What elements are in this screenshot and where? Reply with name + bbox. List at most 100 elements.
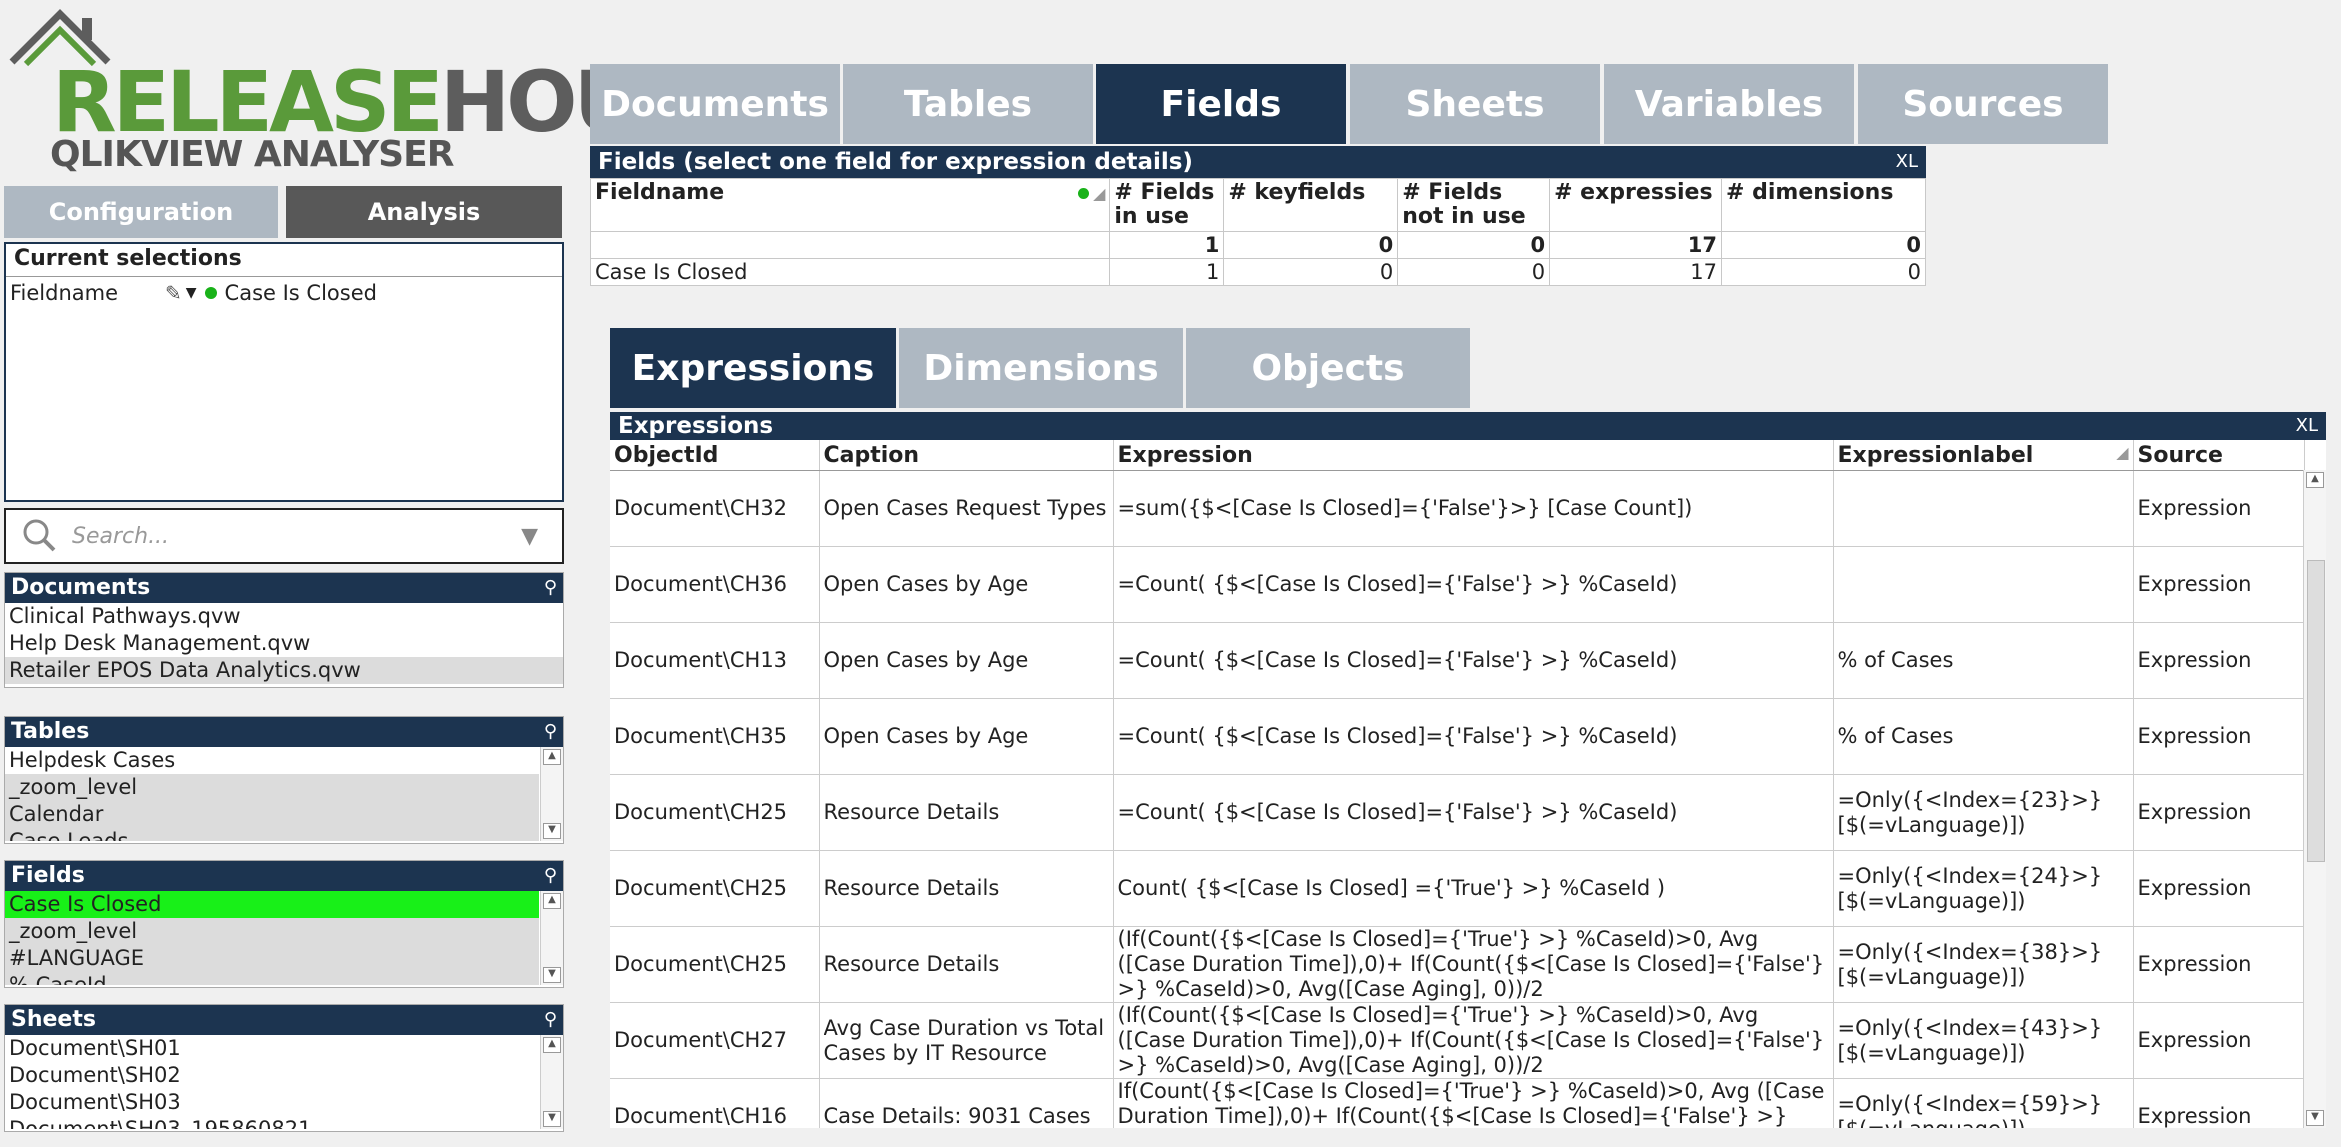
list-item[interactable]: Document\SH02 [5, 1062, 539, 1089]
list-item[interactable]: Calendar [5, 801, 539, 828]
search-icon [23, 519, 56, 552]
expressions-caption: Expressions [618, 413, 774, 439]
column-header[interactable]: # Fields not in use [1397, 178, 1551, 232]
scroll-down-icon[interactable]: ▼ [543, 1111, 561, 1127]
sheets-scrollbar[interactable]: ▲ ▼ [540, 1035, 563, 1129]
list-item[interactable]: #LANGUAGE [5, 945, 539, 972]
tables-title: Tables [11, 719, 90, 744]
column-header[interactable]: # expressies [1549, 178, 1723, 232]
tab-fields[interactable]: Fields [1096, 64, 1346, 144]
column-header[interactable]: # dimensions [1721, 178, 1926, 232]
tab-sources[interactable]: Sources [1858, 64, 2108, 144]
table-row[interactable]: Document\CH32 Open Cases Request Types =su… [610, 470, 2305, 547]
tab-analysis[interactable]: Analysis [286, 186, 562, 238]
table-cell: Expression [2133, 850, 2305, 927]
list-item[interactable]: Case Leads [5, 828, 539, 841]
search-icon[interactable]: ⚲ [544, 717, 557, 747]
scroll-thumb[interactable] [2307, 560, 2325, 862]
expressions-scrollbar[interactable]: ▲ ▼ [2303, 470, 2326, 1128]
list-item[interactable]: Document\SH01 [5, 1035, 539, 1062]
dropdown-arrow-icon[interactable]: ▼ [186, 285, 197, 301]
tab-variables[interactable]: Variables [1604, 64, 1854, 144]
table-row[interactable]: Document\CH27 Avg Case Duration vs Total … [610, 1002, 2305, 1079]
list-item[interactable]: _zoom_level [5, 774, 539, 801]
table-row[interactable]: Document\CH36 Open Cases by Age =Count( {$… [610, 546, 2305, 623]
scroll-up-icon[interactable]: ▲ [543, 749, 561, 765]
column-header[interactable]: Fieldname ◢ [589, 178, 1111, 232]
column-header[interactable]: Expressionlabel ◢ [1833, 440, 2134, 471]
tab-tables[interactable]: Tables [843, 64, 1093, 144]
column-header[interactable]: ObjectId [610, 440, 820, 471]
table-cell: Document\CH27 [610, 1002, 820, 1079]
tab-expressions[interactable]: Expressions [610, 328, 896, 408]
fields-title: Fields [11, 863, 85, 888]
table-cell: =Count( {$<[Case Is Closed]={'False'} >}… [1113, 546, 1834, 623]
fields-scrollbar[interactable]: ▲ ▼ [540, 891, 563, 985]
table-row[interactable]: Document\CH35 Open Cases by Age =Count( {$… [610, 698, 2305, 775]
list-item[interactable]: Document\SH03_195860821 [5, 1116, 539, 1129]
sheets-title: Sheets [11, 1007, 96, 1032]
scroll-up-icon[interactable]: ▲ [543, 893, 561, 909]
scroll-down-icon[interactable]: ▼ [543, 967, 561, 983]
tab-dimensions[interactable]: Dimensions [899, 328, 1183, 408]
search-icon[interactable]: ⚲ [544, 1005, 557, 1035]
sort-icon[interactable]: ◢ [1093, 184, 1105, 203]
list-item[interactable]: Help Desk Management.qvw [5, 630, 563, 657]
tab-objects[interactable]: Objects [1186, 328, 1470, 408]
table-cell: Open Cases by Age [819, 622, 1114, 699]
table-row[interactable]: Document\CH13 Open Cases by Age =Count( {$… [610, 622, 2305, 699]
tab-documents[interactable]: Documents [590, 64, 840, 144]
list-item[interactable]: Document\SH03 [5, 1089, 539, 1116]
table-cell: Document\CH25 [610, 774, 820, 851]
scroll-down-icon[interactable]: ▼ [543, 823, 561, 839]
sort-icon[interactable]: ◢ [2116, 443, 2128, 462]
column-header[interactable]: Expression [1113, 440, 1834, 471]
tab-sheets[interactable]: Sheets [1350, 64, 1600, 144]
table-cell: =sum({$<[Case Is Closed]={'False'}>} [Ca… [1113, 470, 1834, 547]
table-cell: =Count( {$<[Case Is Closed]={'False'} >}… [1113, 774, 1834, 851]
releasehouse-logo: RELEASEHOUSE QLIKVIEW ANALYSER [4, 4, 752, 180]
table-cell: Document\CH25 [610, 850, 820, 927]
eraser-icon[interactable]: ✎ [165, 281, 182, 305]
table-row[interactable]: Document\CH25 Resource Details =Count( {$<… [610, 774, 2305, 851]
column-header[interactable]: # Fields in use [1109, 178, 1225, 232]
selection-row[interactable]: Fieldname ✎ ▼ Case Is Closed [6, 277, 562, 309]
selection-value: Case Is Closed [224, 281, 377, 305]
selection-field: Fieldname [10, 281, 119, 305]
search-input[interactable]: Search... [72, 524, 521, 549]
list-item[interactable]: _zoom_level [5, 918, 539, 945]
table-row[interactable]: Document\CH25 Resource Details Count( {$<[… [610, 850, 2305, 927]
table-cell: =Only({<Index={38}>} [$(=vLanguage)]) [1833, 926, 2134, 1003]
tables-scrollbar[interactable]: ▲ ▼ [540, 747, 563, 841]
list-item[interactable]: Retailer EPOS Data Analytics.qvw [5, 657, 563, 684]
table-cell: Expression [2133, 546, 2305, 623]
search-icon[interactable]: ⚲ [544, 861, 557, 891]
list-item[interactable]: Clinical Pathways.qvw [5, 603, 563, 630]
xl-export-button[interactable]: XL [2296, 412, 2318, 440]
column-header[interactable]: # keyfields [1223, 178, 1399, 232]
search-box[interactable]: Search... ▼ [4, 508, 564, 564]
table-row[interactable]: Document\CH16 Case Details: 9031 Cases If(… [610, 1078, 2305, 1128]
list-item[interactable]: Helpdesk Cases [5, 747, 539, 774]
search-icon[interactable]: ⚲ [544, 573, 557, 603]
scroll-up-icon[interactable]: ▲ [543, 1037, 561, 1053]
fields-table-box: Fields (select one field for expression … [589, 146, 1926, 286]
table-cell: Open Cases by Age [819, 546, 1114, 623]
column-header[interactable]: Source [2133, 440, 2305, 471]
table-cell: =Only({<Index={24}>} [$(=vLanguage)]) [1833, 850, 2134, 927]
expressions-table-box: Expressions XL ObjectId Caption Expressio… [610, 412, 2326, 1128]
list-item[interactable]: Case Is Closed [5, 891, 539, 918]
sheets-listbox: Sheets ⚲ Document\SH01 Document\SH02 Docu… [4, 1004, 564, 1132]
list-item[interactable]: % CaseId [5, 972, 539, 985]
table-cell: Resource Details [819, 774, 1114, 851]
column-header[interactable]: Caption [819, 440, 1114, 471]
scroll-up-icon[interactable]: ▲ [2306, 472, 2324, 488]
xl-export-button[interactable]: XL [1896, 146, 1918, 178]
table-row[interactable]: Case Is Closed 1 0 0 17 0 [589, 258, 1926, 286]
current-selections-box: Current selections Fieldname ✎ ▼ Case Is… [4, 242, 564, 502]
table-cell [1833, 546, 2134, 623]
tab-configuration[interactable]: Configuration [4, 186, 278, 238]
table-row[interactable]: Document\CH25 Resource Details (If(Count({… [610, 926, 2305, 1003]
chevron-down-icon[interactable]: ▼ [521, 524, 538, 549]
scroll-down-icon[interactable]: ▼ [2306, 1110, 2324, 1126]
